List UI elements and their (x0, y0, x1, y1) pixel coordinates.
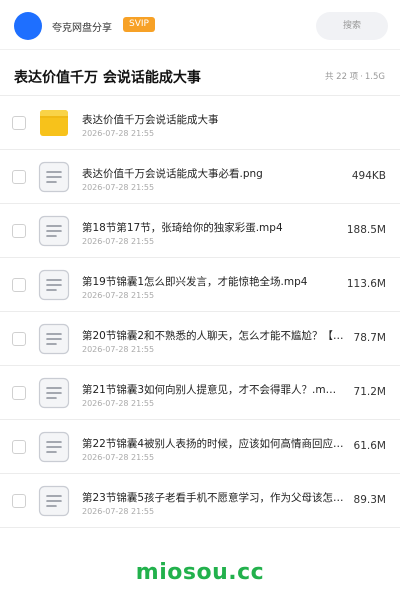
folder-header: 表达价值千万 会说话能成大事 共 22 项 · 1.5G (0, 50, 400, 96)
svip-badge: SVIP (123, 17, 155, 32)
file-date: 2026-07-28 21:55 (82, 399, 155, 408)
file-row[interactable]: 第18节第17节，张琦给你的独家彩蛋.mp4 2026-07-28 21:55 18… (0, 204, 400, 258)
username: 夸克网盘分享 (52, 23, 112, 34)
document-icon (38, 431, 70, 463)
row-checkbox[interactable] (12, 386, 26, 400)
file-name[interactable]: 表达价值千万会说话能成大事 (82, 112, 352, 127)
file-date: 2026-07-28 21:55 (82, 237, 155, 246)
document-icon (38, 161, 70, 193)
row-checkbox[interactable] (12, 116, 26, 130)
file-row[interactable]: 表达价值千万会说话能成大事 2026-07-28 21:55 (0, 96, 400, 150)
row-checkbox[interactable] (12, 170, 26, 184)
file-name[interactable]: 第18节第17节，张琦给你的独家彩蛋.mp4 (82, 220, 352, 235)
file-row[interactable]: 第19节锦囊1怎么即兴发言，才能惊艳全场.mp4 2026-07-28 21:55… (0, 258, 400, 312)
folder-meta: 共 22 项 · 1.5G (324, 70, 386, 82)
file-date: 2026-07-28 21:55 (82, 507, 155, 516)
file-size: 113.6M (346, 278, 386, 290)
file-size: 61.6M (353, 440, 386, 452)
document-icon (38, 269, 70, 301)
row-checkbox[interactable] (12, 332, 26, 346)
file-date: 2026-07-28 21:55 (82, 453, 155, 462)
file-date: 2026-07-28 21:55 (82, 129, 155, 138)
file-name[interactable]: 第23节锦囊5孩子老看手机不愿意学习，作为父母该怎… (82, 490, 352, 505)
file-date: 2026-07-28 21:55 (82, 291, 155, 300)
page-title: 表达价值千万 会说话能成大事 (14, 70, 201, 86)
file-name[interactable]: 第22节锦囊4被别人表扬的时候，应该如何高情商回应… (82, 436, 352, 451)
item-count: 共 22 项 (324, 72, 359, 82)
document-icon (38, 485, 70, 517)
file-date: 2026-07-28 21:55 (82, 183, 155, 192)
folder-icon (38, 107, 70, 139)
top-bar: 夸克网盘分享 SVIP 搜索 (0, 0, 400, 50)
total-size: 1.5G (364, 72, 385, 82)
file-row[interactable]: 第23节锦囊5孩子老看手机不愿意学习，作为父母该怎… 2026-07-28 21:… (0, 474, 400, 528)
file-name[interactable]: 表达价值千万会说话能成大事必看.png (82, 166, 352, 181)
file-size: 71.2M (353, 386, 386, 398)
document-icon (38, 377, 70, 409)
watermark: miosou.cc (135, 560, 265, 585)
file-list: 表达价值千万会说话能成大事 2026-07-28 21:55 表达价值千万会说话能成… (0, 96, 400, 528)
file-size: 78.7M (353, 332, 386, 344)
avatar[interactable] (14, 12, 42, 40)
file-size: 89.3M (353, 494, 386, 506)
document-icon (38, 323, 70, 355)
file-name[interactable]: 第20节锦囊2和不熟悉的人聊天，怎么才能不尴尬？【… (82, 328, 352, 343)
document-icon (38, 215, 70, 247)
page: 夸克网盘分享 SVIP 搜索 表达价值千万 会说话能成大事 共 22 项 · 1.5… (0, 0, 400, 600)
file-row[interactable]: 表达价值千万会说话能成大事必看.png 2026-07-28 21:55 494KB (0, 150, 400, 204)
row-checkbox[interactable] (12, 440, 26, 454)
file-name[interactable]: 第21节锦囊3如何向别人提意见，才不会得罪人？.m… (82, 382, 352, 397)
search-input[interactable]: 搜索 (316, 12, 388, 40)
file-row[interactable]: 第22节锦囊4被别人表扬的时候，应该如何高情商回应… 2026-07-28 21:… (0, 420, 400, 474)
file-row[interactable]: 第20节锦囊2和不熟悉的人聊天，怎么才能不尴尬？【… 2026-07-28 21:… (0, 312, 400, 366)
row-checkbox[interactable] (12, 224, 26, 238)
row-checkbox[interactable] (12, 494, 26, 508)
file-row[interactable]: 第21节锦囊3如何向别人提意见，才不会得罪人？.m… 2026-07-28 21:… (0, 366, 400, 420)
file-name[interactable]: 第19节锦囊1怎么即兴发言，才能惊艳全场.mp4 (82, 274, 352, 289)
row-checkbox[interactable] (12, 278, 26, 292)
file-size: 188.5M (346, 224, 386, 236)
file-size: 494KB (351, 170, 386, 182)
file-date: 2026-07-28 21:55 (82, 345, 155, 354)
meta-separator: · (360, 72, 363, 82)
